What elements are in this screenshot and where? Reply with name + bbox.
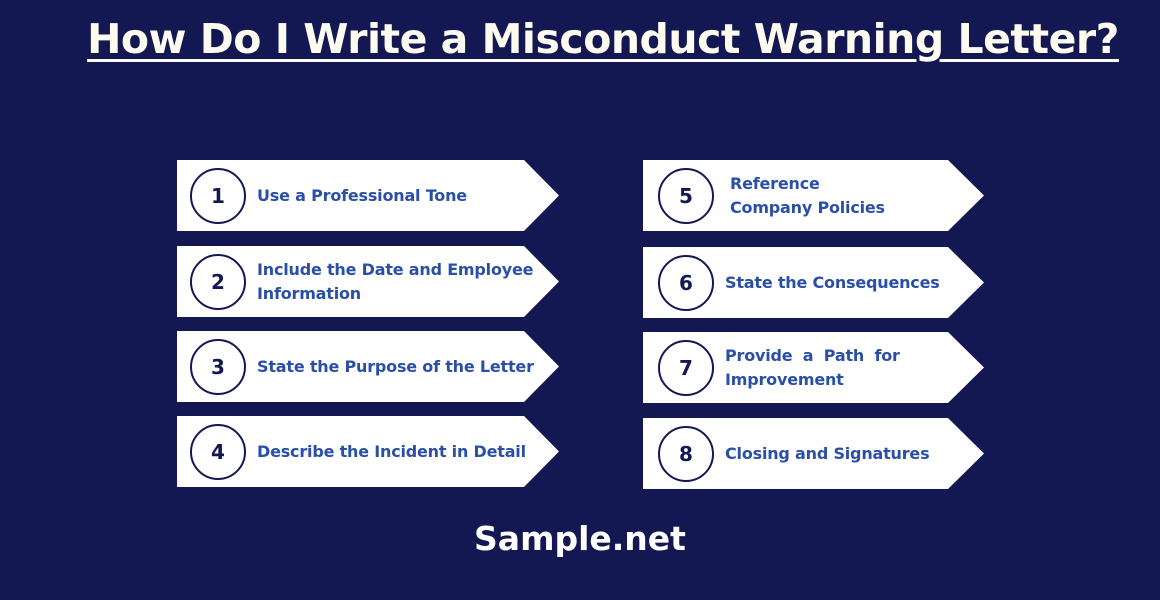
step-card-4: 4 Describe the Incident in Detail [177,416,559,487]
step-number-badge: 7 [658,340,714,396]
step-card-8: 8 Closing and Signatures [643,418,984,489]
page-title-text: How Do I Write a Misconduct Warning Lett… [87,15,1119,63]
step-number-badge: 3 [190,339,246,395]
step-number-badge: 5 [658,168,714,224]
step-number-badge: 2 [190,254,246,310]
step-card-3: 3 State the Purpose of the Letter [177,331,559,402]
step-card-2: 2 Include the Date and Employee Informat… [177,246,559,317]
step-number-badge: 1 [190,168,246,224]
step-card-6: 6 State the Consequences [643,247,984,318]
step-label: State the Consequences [725,272,940,292]
step-card-5: 5 Reference Company Policies [643,160,984,231]
step-number-badge: 6 [658,255,714,311]
brand-footer: Sample.net [474,519,686,558]
step-label: State the Purpose of the Letter [257,356,534,376]
step-label: Use a Professional Tone [257,185,467,205]
step-label: Describe the Incident in Detail [257,441,526,461]
step-label: Closing and Signatures [725,443,930,463]
step-card-1: 1 Use a Professional Tone [177,160,559,231]
step-label: Reference Company Policies [730,173,885,217]
page-title: How Do I Write a Misconduct Warning Lett… [0,10,1160,68]
step-label: Provide a Path for Improvement [725,345,900,389]
step-number-badge: 4 [190,424,246,480]
step-number-badge: 8 [658,426,714,482]
step-card-7: 7 Provide a Path for Improvement [643,332,984,403]
step-label: Include the Date and Employee Informatio… [257,259,534,303]
